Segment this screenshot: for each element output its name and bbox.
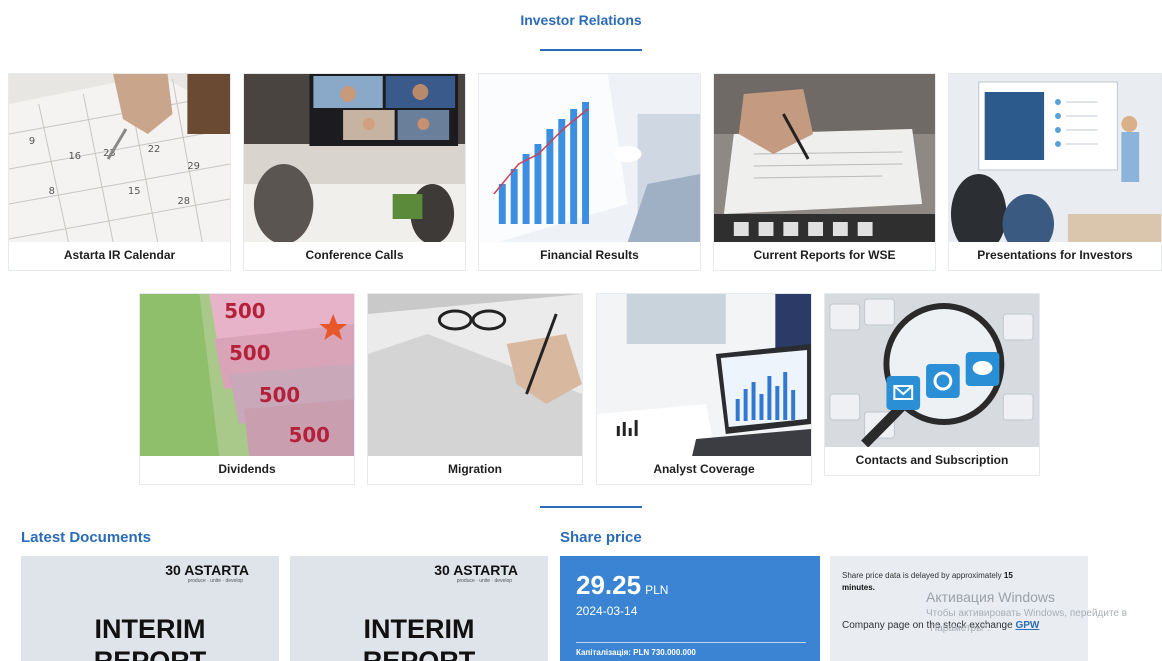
share-price-box: 29.25 PLN 2024-03-14 Капіталізація: PLN 7… [560,556,820,661]
card-label: Contacts and Subscription [855,453,1009,467]
price-number: 29.25 [576,570,642,600]
share-price-title: Share price [560,529,642,546]
card-migration[interactable]: Migration [367,293,583,485]
logo-tagline: produce · unite · develop [187,578,243,584]
card-label: Migration [448,462,502,476]
card-conference-calls[interactable]: Conference Calls [243,73,466,271]
document-title-line2: REPORT [362,646,476,661]
document-title-line1: INTERIM [94,614,206,644]
card-current-reports[interactable]: Current Reports for WSE [713,73,936,271]
card-financial-results[interactable]: Financial Results [478,73,701,271]
card-label: Dividends [218,462,276,476]
svg-text:29: 29 [187,161,200,172]
share-price-value: 29.25 PLN [576,570,668,601]
magnifier-keyboard-photo [825,294,1039,447]
card-label: Presentations for Investors [977,248,1133,262]
svg-text:500: 500 [224,300,265,323]
windows-activation-settings: Параметры". [930,623,990,634]
logo-tagline: produce · unite · develop [456,578,512,584]
svg-text:15: 15 [128,186,141,197]
svg-text:22: 22 [148,144,161,155]
calendar-photo: 9 16 23 22 29 8 15 28 [9,74,230,242]
windows-activation-title: Активация Windows [926,589,1056,605]
card-label: Current Reports for WSE [753,248,896,262]
card-label: Analyst Coverage [653,462,755,476]
page-title: Investor Relations [520,12,642,28]
laptop-charts-photo [597,294,811,456]
svg-text:500: 500 [259,384,300,407]
astarta-logo: 30 ASTARTA [165,562,249,578]
svg-text:500: 500 [229,342,270,365]
card-contacts-subscription[interactable]: Contacts and Subscription [824,293,1040,476]
document-card[interactable]: 30 ASTARTA produce · unite · develop INT… [21,556,279,661]
card-ir-calendar[interactable]: 9 16 23 22 29 8 15 28 Astarta IR Calendar [8,73,231,271]
document-signing-photo [714,74,935,242]
card-analyst-coverage[interactable]: Analyst Coverage [596,293,812,485]
presentation-photo [949,74,1161,242]
card-dividends[interactable]: 500 500 500 500 Dividends [139,293,355,485]
document-card[interactable]: 30 ASTARTA produce · unite · develop INT… [290,556,548,661]
card-label: Conference Calls [305,248,404,262]
gpw-link[interactable]: GPW [1015,620,1039,631]
svg-text:28: 28 [177,196,190,207]
card-label: Financial Results [540,248,639,262]
svg-text:16: 16 [68,151,81,162]
svg-text:9: 9 [29,136,35,147]
delay-minutes: 15 [1003,571,1013,580]
market-capitalization: Капіталізація: PLN 730.000.000 [576,648,696,657]
card-presentations[interactable]: Presentations for Investors [948,73,1162,271]
delay-unit: minutes. [842,583,875,592]
share-price-date: 2024-03-14 [576,604,638,618]
delay-text: Share price data is delayed by approxima… [842,571,1004,580]
title-underline [540,49,642,51]
latest-documents-title: Latest Documents [21,529,152,546]
document-title-line1: INTERIM [363,614,475,644]
bar-chart-photo [479,74,700,242]
section-divider [540,506,642,508]
price-divider [576,642,806,643]
glasses-pen-photo [368,294,582,456]
svg-text:8: 8 [49,186,55,197]
windows-activation-text: Чтобы активировать Windows, перейдите в [926,608,1128,619]
svg-text:500: 500 [289,424,330,447]
document-title-line2: REPORT [93,646,207,661]
astarta-logo: 30 ASTARTA [434,562,518,578]
price-currency: PLN [645,583,669,597]
euro-banknotes-photo: 500 500 500 500 [140,294,354,456]
card-label: Astarta IR Calendar [63,248,176,262]
video-conference-photo [244,74,465,242]
